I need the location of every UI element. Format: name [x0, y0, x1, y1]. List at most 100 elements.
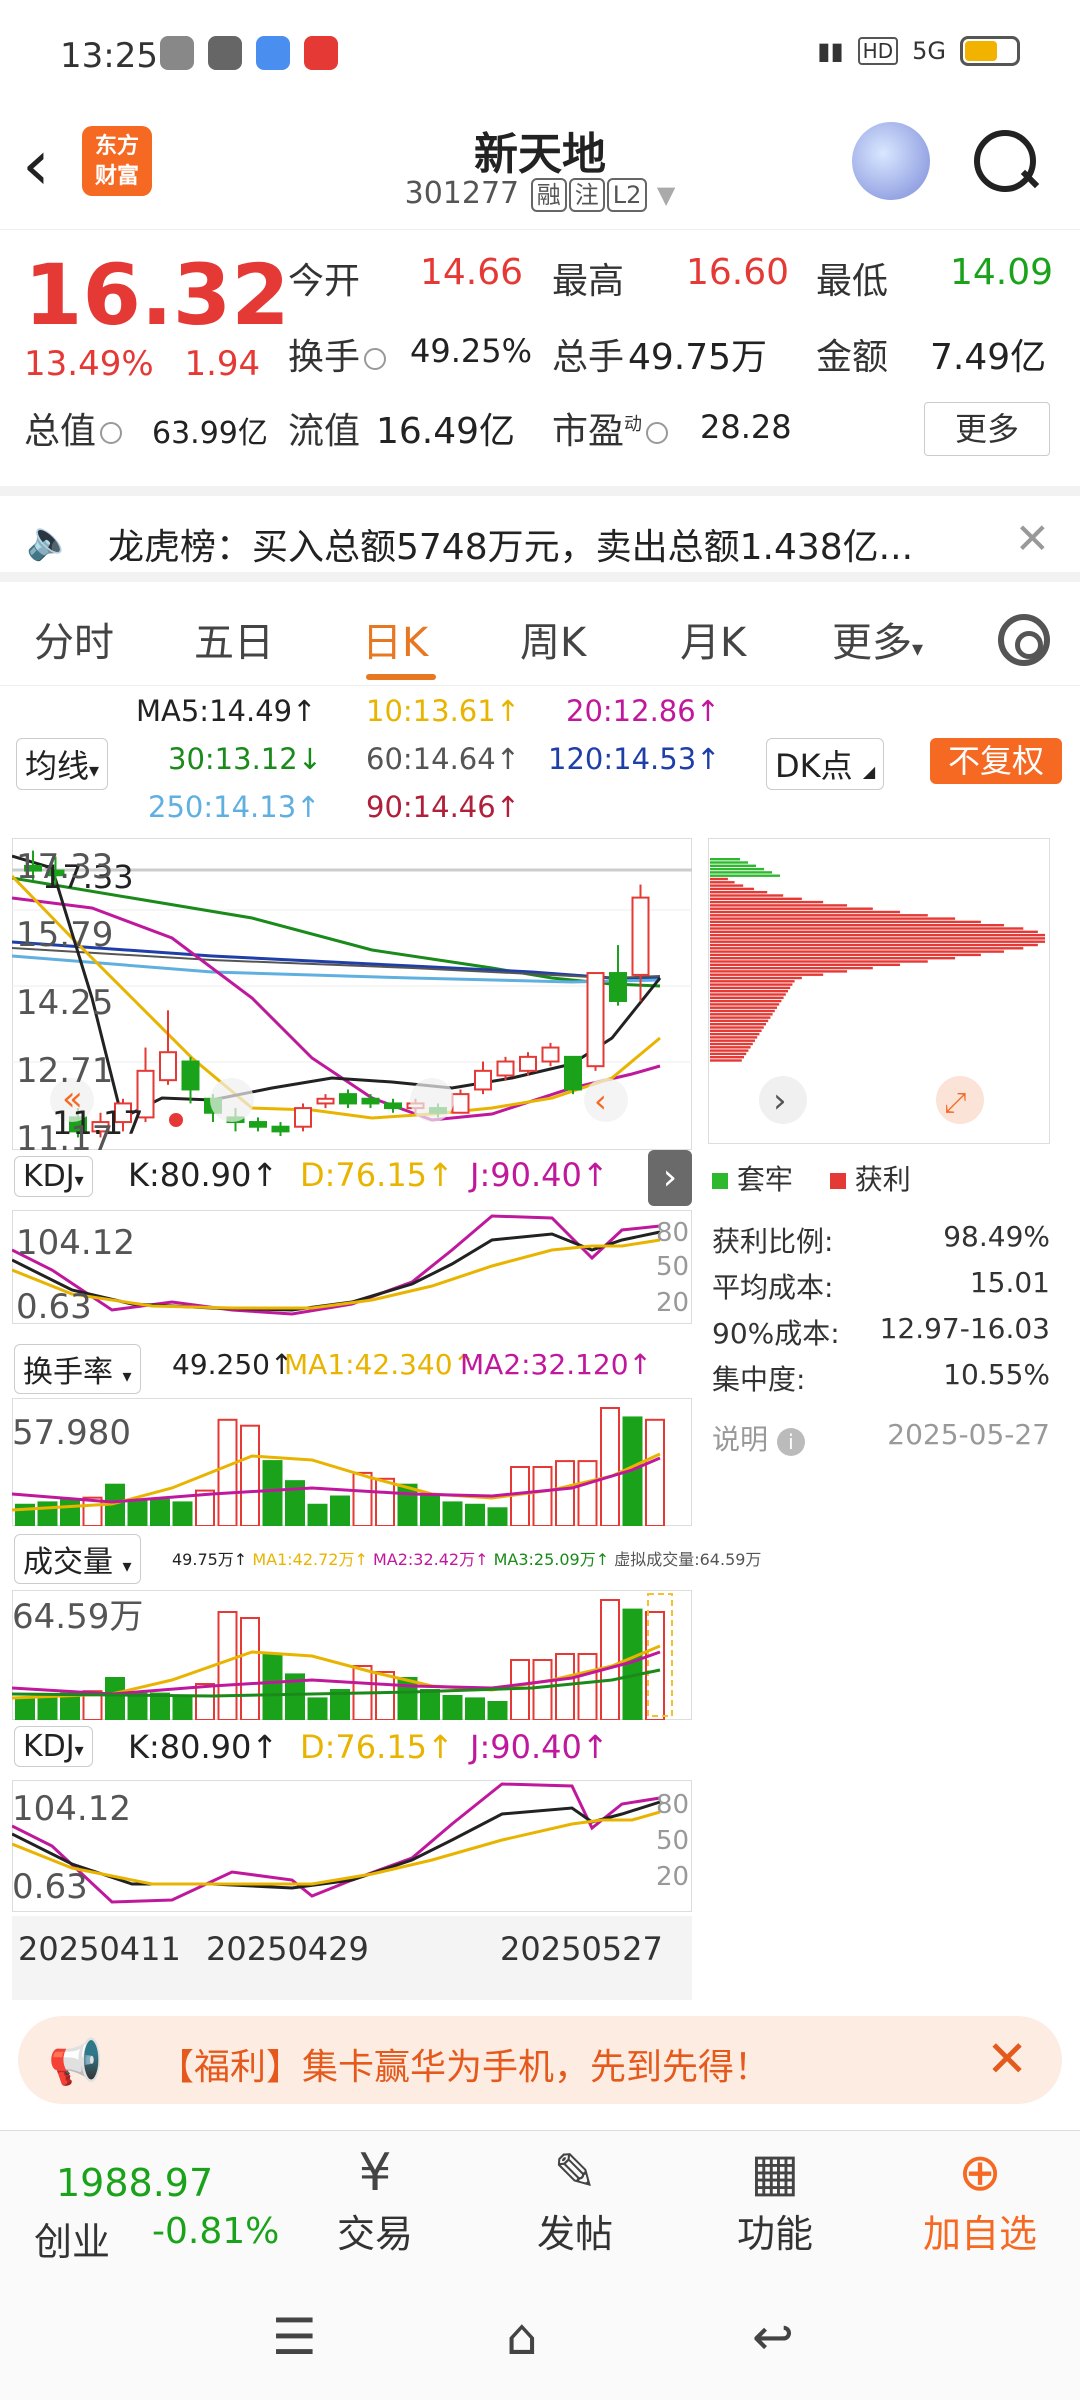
kdj-selector[interactable]: KDJ▾ — [14, 1726, 93, 1767]
tab-intraday[interactable]: 分时 — [34, 610, 114, 668]
margin-tag: 融 — [530, 178, 567, 212]
amount-label: 金额 — [816, 337, 889, 378]
trade-button[interactable]: ¥ 交易 — [310, 2143, 440, 2258]
bar — [375, 1477, 395, 1526]
bar — [420, 1495, 440, 1526]
info-icon[interactable] — [100, 422, 123, 444]
candle-body — [339, 1093, 357, 1105]
indicator-selector[interactable]: 均线▾ — [16, 738, 109, 790]
kdj-chart[interactable]: 104.12 0.63 — [12, 1210, 692, 1324]
gear-icon[interactable] — [998, 614, 1050, 666]
close-icon[interactable]: ✕ — [1015, 514, 1050, 563]
chip-bar-profit — [710, 950, 1004, 953]
info-icon[interactable]: i — [776, 1428, 805, 1456]
volume-selector[interactable]: 成交量 ▾ — [14, 1534, 141, 1584]
dk-point-button[interactable]: DK点 ◢ — [766, 738, 885, 790]
chip-bar-profit — [710, 953, 981, 957]
info-icon[interactable] — [646, 422, 669, 444]
open-label: 今开 — [288, 261, 361, 302]
chip-bar-profit — [710, 891, 768, 894]
chip-bar-profit — [710, 1042, 753, 1046]
edit-icon: ✎ — [553, 2143, 597, 2203]
index-value[interactable]: 1988.97 — [56, 2161, 213, 2205]
price-axis-label: 17.33 — [16, 847, 113, 887]
chip-distribution-chart[interactable]: › ⤢ — [708, 838, 1050, 1144]
volume-chart[interactable]: 64.59万 — [12, 1590, 692, 1720]
promo-banner[interactable]: 📢 【福利】集卡赢华为手机，先到先得！ ✕ — [18, 2016, 1062, 2104]
chevron-down-icon: ▾ — [74, 1740, 84, 1761]
search-icon[interactable] — [970, 126, 1040, 196]
tab-daily-k[interactable]: 日K — [362, 610, 428, 668]
chevron-left-icon[interactable]: ‹ — [594, 1082, 607, 1120]
chip-bar-profit — [710, 1059, 742, 1062]
bar — [127, 1499, 148, 1526]
date-label: 20250429 — [206, 1930, 369, 1968]
functions-button[interactable]: ▦ 功能 — [710, 2143, 840, 2258]
bar — [127, 1692, 148, 1720]
info-icon[interactable] — [364, 348, 387, 370]
home-icon[interactable]: ⌂ — [506, 2308, 538, 2366]
chevron-down-icon: ▾ — [74, 1170, 84, 1191]
news-ticker[interactable]: 🔈 龙虎榜：买入总额5748万元，卖出总额1.438亿... ✕ — [0, 486, 1080, 582]
chip-bar-profit — [710, 996, 784, 999]
ticker-text[interactable]: 龙虎榜：买入总额5748万元，卖出总额1.438亿... — [108, 518, 913, 570]
pe-label: 市盈动 — [552, 402, 674, 454]
post-button[interactable]: ✎ 发帖 — [510, 2143, 640, 2258]
tab-monthly-k[interactable]: 月K — [680, 610, 746, 668]
kdj-chart-2[interactable]: 104.12 0.63 — [12, 1780, 692, 1912]
bar — [240, 1617, 260, 1720]
index-change[interactable]: -0.81% — [152, 2211, 279, 2252]
stock-code: 301277 — [404, 176, 520, 211]
chip-bar-profit — [710, 1036, 758, 1039]
turnover-value-label: 49.250↑ — [172, 1348, 294, 1381]
volume-legend-ma1: MA1:42.72万↑ — [252, 1550, 368, 1569]
tab-weekly-k[interactable]: 周K — [520, 610, 586, 668]
chip-date: 2025-05-27 — [887, 1418, 1050, 1451]
chip-bar-profit — [710, 1023, 766, 1026]
promo-text[interactable]: 【福利】集卡赢华为手机，先到先得！ — [158, 2038, 770, 2090]
chip-bar-profit — [710, 917, 956, 920]
tab-more[interactable]: 更多▾ — [832, 610, 923, 668]
chip-bar-profit — [710, 1019, 769, 1023]
kline-chart[interactable]: « ‹ 17.33 11.17 17.3315.7914.2512.7111.1… — [12, 838, 692, 1150]
tab-five-day[interactable]: 五日 — [194, 610, 274, 668]
ma60-label: 60:14.64↑ — [366, 742, 520, 776]
back-nav-icon[interactable]: ↩ — [752, 2308, 794, 2366]
bar — [172, 1501, 193, 1526]
chip-stat-value: 15.01 — [969, 1266, 1050, 1299]
turnover-chart[interactable]: 57.980 — [12, 1398, 692, 1526]
chip-note[interactable]: 说明 i — [712, 1418, 805, 1458]
active-tab-indicator — [366, 674, 436, 680]
chart-tabs: 分时 五日 日K 周K 月K 更多▾ — [0, 594, 1080, 686]
add-watchlist-button[interactable]: ⊕ 加自选 — [900, 2143, 1060, 2258]
price-axis-label: 14.25 — [16, 983, 113, 1023]
menu-icon[interactable]: ☰ — [272, 2308, 317, 2366]
bar — [577, 1653, 598, 1720]
assistant-avatar[interactable] — [852, 122, 930, 200]
chevron-right-icon[interactable]: › — [773, 1081, 787, 1121]
adjust-mode-button[interactable]: 不复权 — [930, 738, 1062, 784]
index-name[interactable]: 创业 — [34, 2211, 110, 2266]
app-notification-icon — [256, 36, 290, 70]
volume-y-top: 64.59万 — [12, 1597, 143, 1637]
kdj-j: J:90.40↑ — [470, 1728, 609, 1766]
chevron-down-icon[interactable]: ▼ — [657, 181, 675, 209]
expand-icon[interactable]: ⤢ — [944, 1086, 966, 1119]
kdj-selector[interactable]: KDJ▾ — [14, 1156, 93, 1197]
bar — [217, 1611, 238, 1720]
volume-legend-value: 49.75万↑ — [172, 1550, 248, 1569]
kdj-selector-label: KDJ — [23, 1159, 75, 1194]
chip-bar-profit — [710, 1049, 749, 1052]
ma30-label: 30:13.12↓ — [168, 742, 322, 776]
candle-body — [586, 972, 605, 1068]
more-button[interactable]: 更多 — [924, 402, 1050, 456]
change-percent: 13.49% — [24, 344, 154, 384]
turnover-selector[interactable]: 换手率 ▾ — [14, 1344, 141, 1394]
close-icon[interactable]: ✕ — [986, 2030, 1028, 2088]
battery-icon — [960, 36, 1020, 66]
chevron-down-icon: ▾ — [122, 1366, 132, 1387]
chip-bar-profit — [710, 1006, 777, 1009]
chip-bar-profit — [710, 881, 735, 884]
ma250-label: 250:14.13↑ — [148, 790, 321, 824]
chevron-right-icon[interactable]: › — [648, 1150, 692, 1206]
